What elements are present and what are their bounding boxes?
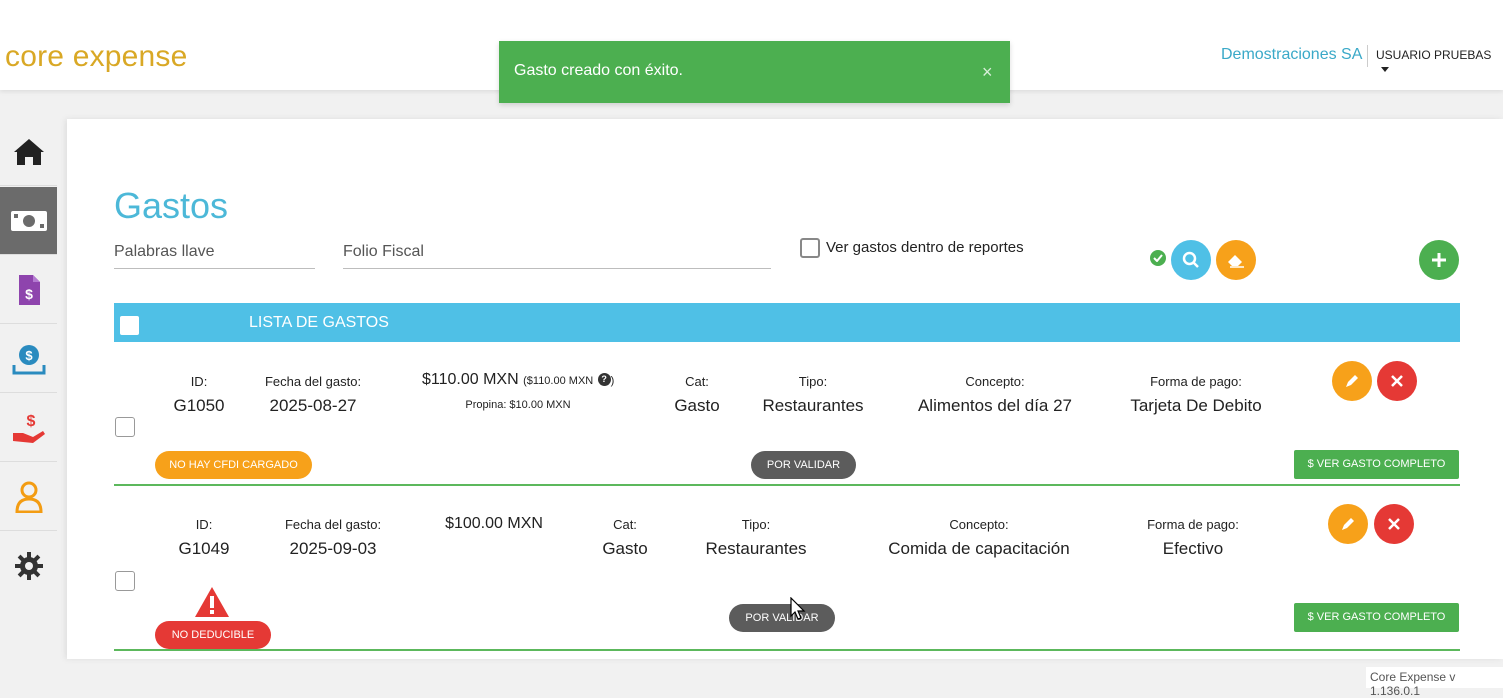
expense-list-header: LISTA DE GASTOS — [114, 303, 1460, 342]
user-menu[interactable]: USUARIO PRUEBAS — [1376, 48, 1503, 76]
type-label: Tipo: — [741, 517, 771, 532]
eraser-icon — [1228, 255, 1244, 268]
coin-tray-icon: $ — [12, 344, 45, 374]
app-version: Core Expense v 1.136.0.1 — [1366, 667, 1503, 698]
payment-label: Forma de pago: — [1147, 517, 1239, 532]
select-all-checkbox[interactable] — [120, 316, 139, 335]
sidebar-item-payments[interactable]: $ — [0, 394, 57, 462]
expense-date: 2025-08-27 — [269, 396, 357, 415]
expense-payment: Tarjeta De Debito — [1130, 396, 1262, 415]
edit-button[interactable] — [1328, 504, 1368, 544]
expense-amount: $110.00 MXN — [422, 371, 519, 388]
pencil-icon — [1342, 518, 1354, 530]
page-title: Gastos — [114, 185, 229, 226]
app-logo[interactable]: core expense — [5, 40, 188, 74]
gear-icon — [14, 552, 43, 580]
chevron-down-icon — [1381, 67, 1389, 73]
toast-message: Gasto creado con éxito. — [514, 62, 683, 79]
sidebar-item-profile[interactable] — [0, 463, 57, 531]
sidebar-item-invoices[interactable]: $ — [0, 256, 57, 324]
row-checkbox[interactable] — [115, 417, 135, 437]
hand-money-icon: $ — [12, 413, 45, 443]
row-checkbox[interactable] — [115, 571, 135, 591]
expense-date: 2025-09-03 — [289, 539, 377, 558]
check-circle-icon — [1150, 250, 1166, 266]
delete-button[interactable] — [1374, 504, 1414, 544]
row-divider — [114, 649, 1460, 651]
main-panel: Gastos Palabras llave Folio Fiscal Ver g… — [67, 119, 1503, 659]
edit-button[interactable] — [1332, 361, 1372, 401]
search-icon — [1182, 251, 1199, 268]
expense-amount-note: ($110.00 MXN — [523, 375, 594, 387]
fiscal-folio-input[interactable]: Folio Fiscal — [343, 237, 771, 269]
sidebar-item-expenses[interactable] — [0, 187, 57, 255]
help-icon[interactable]: ? — [597, 373, 611, 387]
expense-payment: Efectivo — [1162, 539, 1224, 558]
delete-button[interactable] — [1377, 361, 1417, 401]
not-deductible-badge: NO DEDUCIBLE — [155, 621, 271, 649]
clear-filters-button[interactable] — [1216, 240, 1256, 280]
view-full-expense-button[interactable]: $ VER GASTO COMPLETO — [1294, 450, 1459, 479]
concept-label: Concepto: — [965, 374, 1025, 389]
expense-concept: Comida de capacitación — [888, 539, 1070, 558]
within-reports-label: Ver gastos dentro de reportes — [826, 239, 1024, 256]
id-label: ID: — [190, 374, 208, 389]
payment-label: Forma de pago: — [1150, 374, 1242, 389]
search-button[interactable] — [1171, 240, 1211, 280]
close-icon — [1391, 375, 1403, 387]
plus-icon — [1432, 253, 1446, 267]
sidebar-item-refunds[interactable]: $ — [0, 325, 57, 393]
expense-amount-line: $110.00 MXN ($110.00 MXN ?) — [422, 371, 615, 388]
toast-close-button[interactable]: × — [982, 62, 993, 83]
no-cfdi-badge: NO HAY CFDI CARGADO — [155, 451, 312, 479]
svg-text:$: $ — [25, 286, 33, 302]
concept-label: Concepto: — [949, 517, 1009, 532]
pencil-icon — [1346, 375, 1358, 387]
mouse-cursor-icon — [790, 597, 806, 620]
list-title: LISTA DE GASTOS — [249, 314, 389, 331]
add-expense-button[interactable] — [1419, 240, 1459, 280]
sidebar: $ $ $ — [0, 118, 57, 678]
status-badge: POR VALIDAR — [751, 451, 856, 479]
view-full-expense-button[interactable]: $ VER GASTO COMPLETO — [1294, 603, 1459, 632]
expense-category: Gasto — [602, 539, 648, 558]
money-icon — [10, 210, 47, 231]
svg-text:$: $ — [25, 348, 33, 363]
header-divider — [1367, 45, 1368, 67]
invoice-icon: $ — [18, 274, 40, 305]
id-label: ID: — [195, 517, 213, 532]
expense-id: G1049 — [178, 539, 230, 558]
user-name: USUARIO PRUEBAS — [1376, 48, 1492, 62]
user-icon — [14, 481, 43, 513]
row-divider — [114, 484, 1460, 486]
date-label: Fecha del gasto: — [264, 374, 362, 389]
type-label: Tipo: — [798, 374, 828, 389]
company-name[interactable]: Demostraciones SA — [1221, 46, 1362, 64]
within-reports-checkbox[interactable] — [800, 238, 820, 258]
date-label: Fecha del gasto: — [284, 517, 382, 532]
status-badge: POR VALIDAR — [729, 604, 835, 632]
category-label: Cat: — [685, 374, 709, 389]
close-icon — [1388, 518, 1400, 530]
expense-category: Gasto — [674, 396, 720, 415]
warning-icon — [195, 587, 229, 617]
expense-type: Restaurantes — [762, 396, 864, 415]
expense-tip: Propina: $10.00 MXN — [465, 399, 571, 411]
sidebar-item-settings[interactable] — [0, 532, 57, 600]
svg-text:$: $ — [26, 413, 35, 430]
expense-id: G1050 — [173, 396, 225, 415]
keywords-input[interactable]: Palabras llave — [114, 237, 315, 269]
category-label: Cat: — [613, 517, 637, 532]
expense-concept: Alimentos del día 27 — [917, 396, 1073, 415]
expense-amount: $100.00 MXN — [445, 515, 543, 532]
success-toast: Gasto creado con éxito. × — [499, 41, 1010, 103]
sidebar-item-home[interactable] — [0, 118, 57, 186]
home-icon — [13, 138, 44, 165]
expense-type: Restaurantes — [705, 539, 807, 558]
